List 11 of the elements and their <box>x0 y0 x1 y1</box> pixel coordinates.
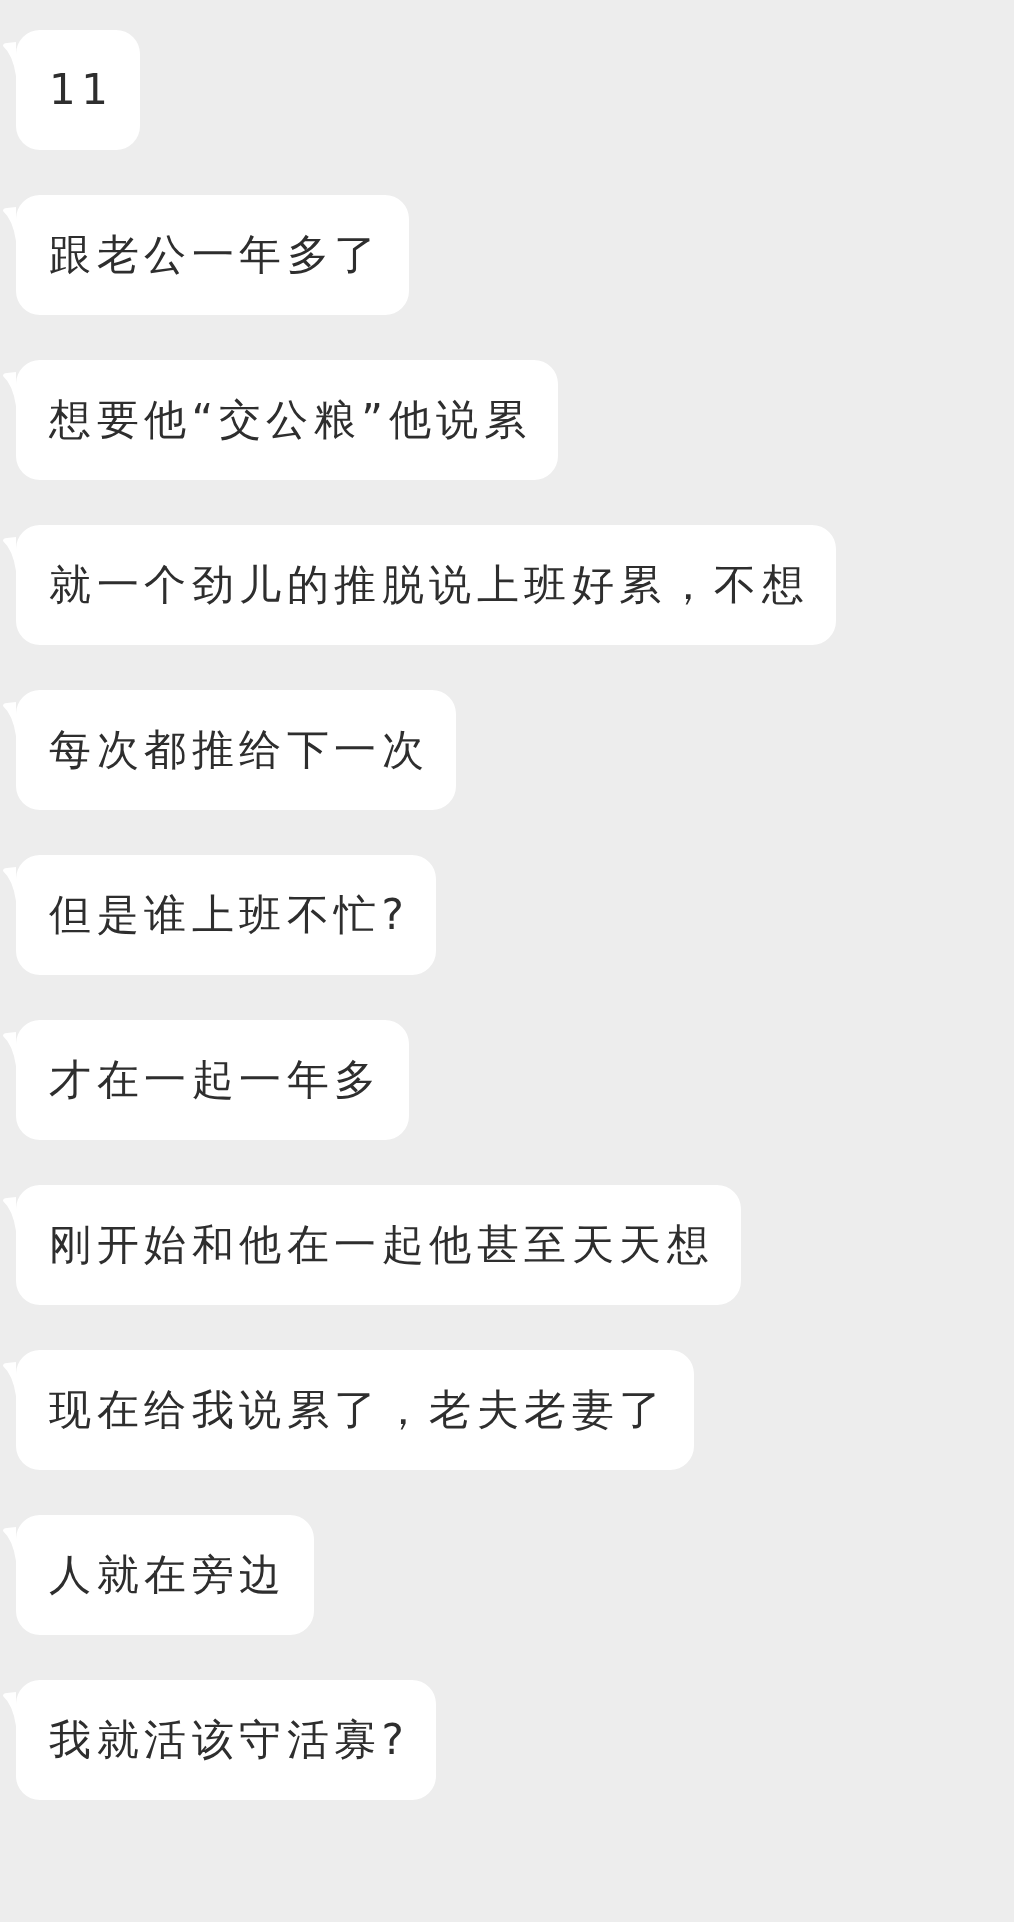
message-bubble: 人就在旁边 <box>16 1515 314 1635</box>
message-bubble: 11 <box>16 30 141 150</box>
message-bubble: 跟老公一年多了 <box>16 195 409 315</box>
message-bubble: 每次都推给下一次 <box>16 690 456 810</box>
message-bubble: 想要他“交公粮”他说累 <box>16 360 559 480</box>
message-bubble: 我就活该守活寡? <box>16 1680 437 1800</box>
message-bubble: 才在一起一年多 <box>16 1020 409 1140</box>
message-bubble: 现在给我说累了，老夫老妻了 <box>16 1350 694 1470</box>
message-bubble: 就一个劲儿的推脱说上班好累，不想 <box>16 525 836 645</box>
message-bubble: 刚开始和他在一起他甚至天天想 <box>16 1185 741 1305</box>
message-bubble: 但是谁上班不忙? <box>16 855 437 975</box>
